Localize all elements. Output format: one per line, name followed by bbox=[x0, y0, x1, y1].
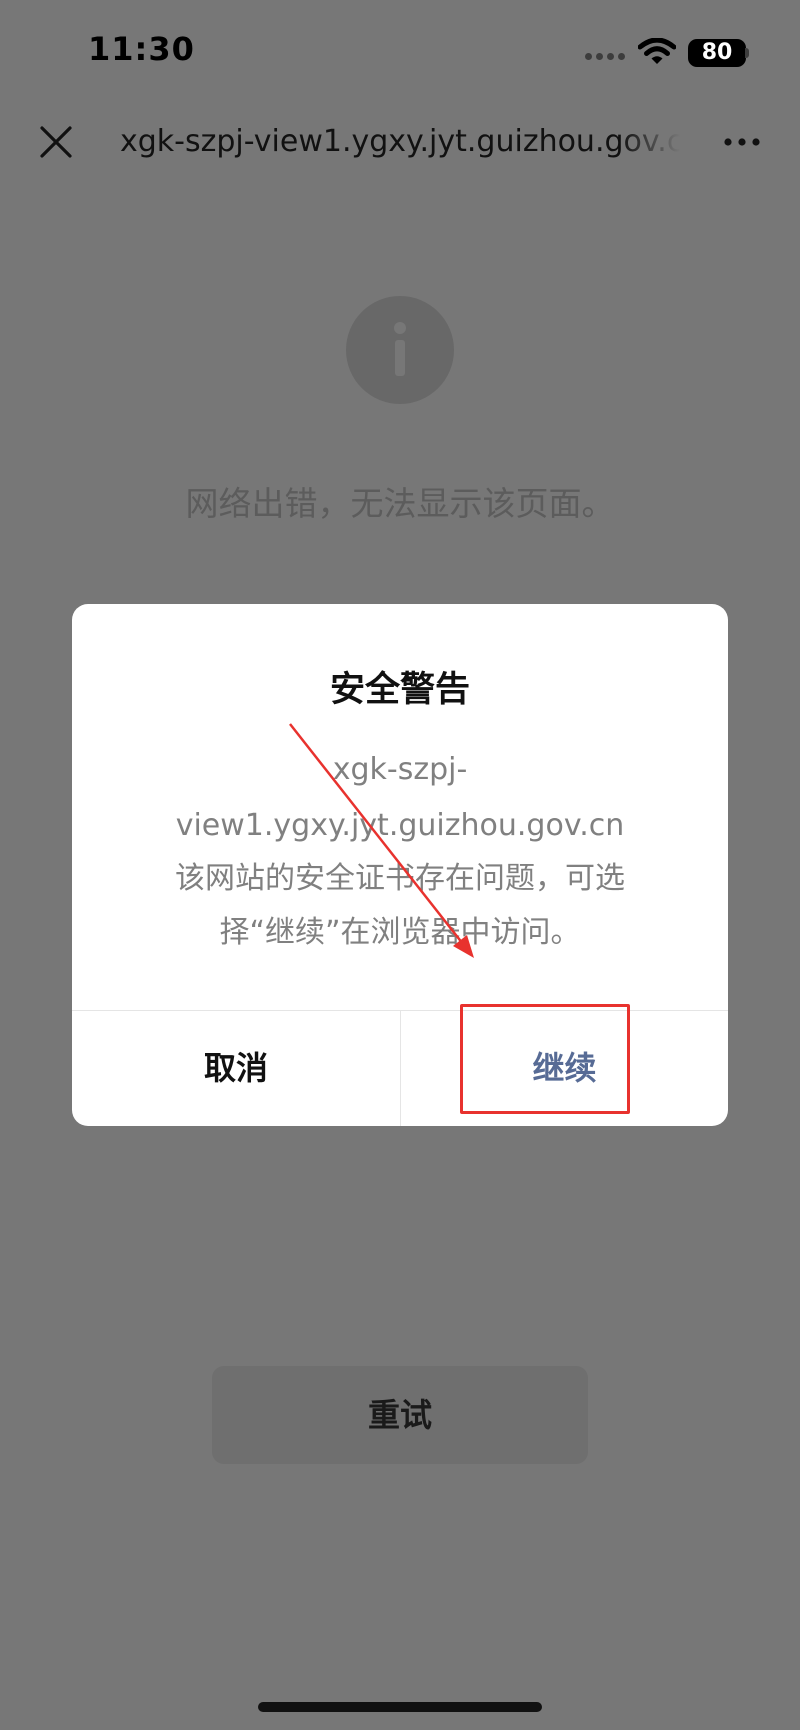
page-url-title: xgk-szpj-view1.ygxy.jyt.guizhou.gov.cn bbox=[120, 124, 680, 159]
status-time: 11:30 bbox=[88, 30, 195, 68]
more-icon[interactable] bbox=[722, 132, 762, 152]
dialog-url-line1: xgk-szpj- bbox=[332, 752, 468, 787]
dialog-message-line2: 择“继续”在浏览器中访问。 bbox=[219, 915, 581, 950]
battery-tip bbox=[745, 48, 749, 58]
close-icon[interactable] bbox=[36, 122, 76, 162]
dialog-url: xgk-szpj- view1.ygxy.jyt.guizhou.gov.cn bbox=[112, 742, 688, 854]
dialog-message: 该网站的安全证书存在问题，可选 择“继续”在浏览器中访问。 bbox=[112, 852, 688, 960]
battery-indicator: 80 bbox=[688, 39, 746, 67]
error-message: 网络出错，无法显示该页面。 bbox=[185, 484, 615, 523]
cancel-button[interactable]: 取消 bbox=[72, 1011, 400, 1126]
cellular-signal-icon bbox=[585, 53, 625, 61]
wifi-icon bbox=[638, 38, 676, 64]
highlight-box bbox=[460, 1004, 630, 1114]
dialog-url-line2: view1.ygxy.jyt.guizhou.gov.cn bbox=[175, 808, 625, 843]
dialog-message-line1: 该网站的安全证书存在问题，可选 bbox=[175, 861, 625, 896]
title-fade bbox=[620, 118, 680, 166]
info-icon bbox=[346, 296, 454, 404]
retry-button[interactable]: 重试 bbox=[212, 1366, 588, 1464]
dialog-title: 安全警告 bbox=[329, 670, 470, 710]
home-indicator bbox=[258, 1702, 542, 1712]
